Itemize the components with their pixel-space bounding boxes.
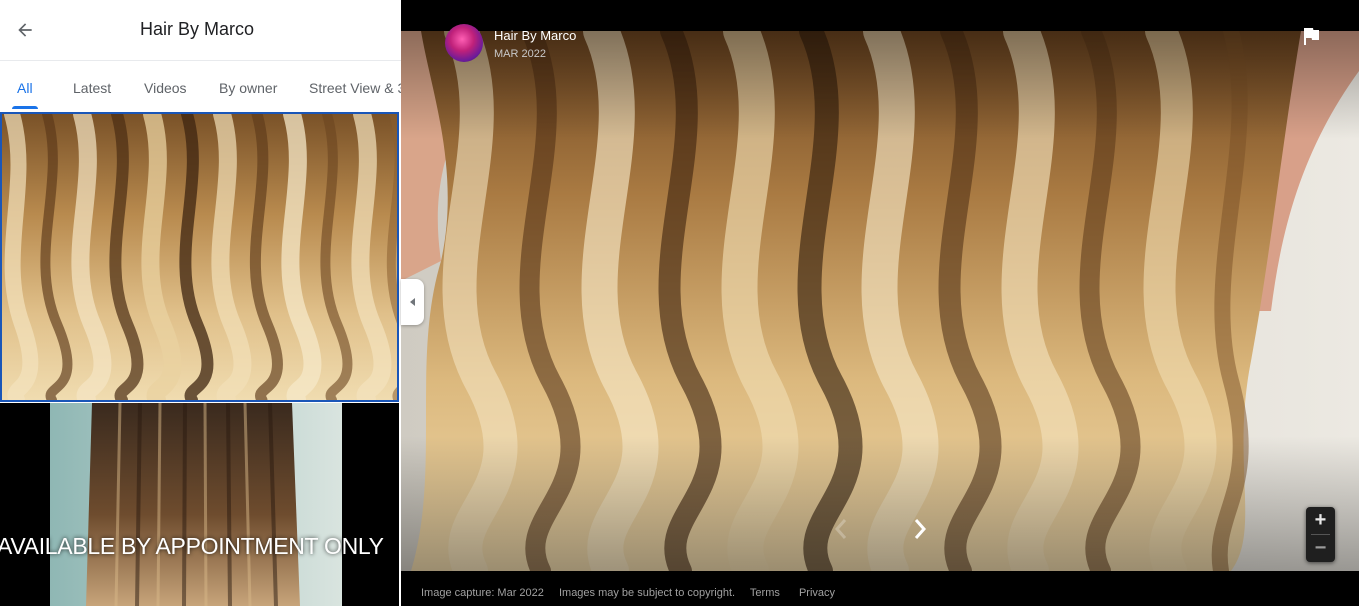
hair-photo-thumbnail bbox=[2, 114, 397, 400]
avatar[interactable] bbox=[445, 24, 483, 62]
image-capture-text: Image capture: Mar 2022 bbox=[421, 587, 544, 599]
photo-grid: AVAILABLE BY APPOINTMENT ONLY bbox=[0, 111, 401, 606]
zoom-control: + − bbox=[1306, 507, 1335, 562]
hair-photo-large bbox=[401, 31, 1359, 571]
hair-video-thumbnail bbox=[0, 403, 399, 606]
photo-filter-tabs: All Latest Videos By owner Street View &… bbox=[0, 62, 401, 110]
video-thumbnail[interactable]: AVAILABLE BY APPOINTMENT ONLY bbox=[0, 403, 399, 606]
active-tab-indicator bbox=[12, 106, 38, 109]
next-photo-button[interactable] bbox=[908, 514, 932, 544]
previous-photo-button[interactable] bbox=[829, 514, 853, 544]
photo-viewer: Hair By Marco MAR 2022 + − Image capture… bbox=[401, 0, 1359, 606]
app-root: Hair By Marco All Latest Videos By owner… bbox=[0, 0, 1359, 606]
zoom-out-button[interactable]: − bbox=[1306, 535, 1335, 562]
caret-left-icon bbox=[409, 298, 415, 306]
tab-by-owner[interactable]: By owner bbox=[219, 80, 277, 96]
chevron-left-icon bbox=[834, 519, 847, 539]
owner-name[interactable]: Hair By Marco bbox=[494, 28, 576, 43]
page-title: Hair By Marco bbox=[139, 19, 255, 39]
tab-all[interactable]: All bbox=[17, 80, 33, 96]
panel-header: Hair By Marco bbox=[0, 0, 401, 61]
zoom-in-button[interactable]: + bbox=[1306, 507, 1335, 534]
report-photo-button[interactable] bbox=[1299, 24, 1323, 48]
viewer-footer: Image capture: Mar 2022 Images may be su… bbox=[421, 587, 851, 599]
flag-icon bbox=[1304, 28, 1319, 45]
collapse-panel-button[interactable] bbox=[401, 279, 424, 325]
video-overlay-text: AVAILABLE BY APPOINTMENT ONLY bbox=[0, 533, 384, 559]
main-photo[interactable] bbox=[401, 31, 1359, 571]
chevron-right-icon bbox=[914, 519, 927, 539]
photo-thumbnail-selected[interactable] bbox=[0, 112, 399, 402]
privacy-link[interactable]: Privacy bbox=[799, 587, 835, 599]
tab-videos[interactable]: Videos bbox=[144, 80, 187, 96]
photo-date: MAR 2022 bbox=[494, 48, 546, 60]
tab-street-view[interactable]: Street View & 360° bbox=[309, 80, 401, 96]
tab-latest[interactable]: Latest bbox=[73, 80, 111, 96]
terms-link[interactable]: Terms bbox=[750, 587, 780, 599]
photos-panel: Hair By Marco All Latest Videos By owner… bbox=[0, 0, 401, 606]
copyright-notice: Images may be subject to copyright. bbox=[558, 587, 736, 599]
